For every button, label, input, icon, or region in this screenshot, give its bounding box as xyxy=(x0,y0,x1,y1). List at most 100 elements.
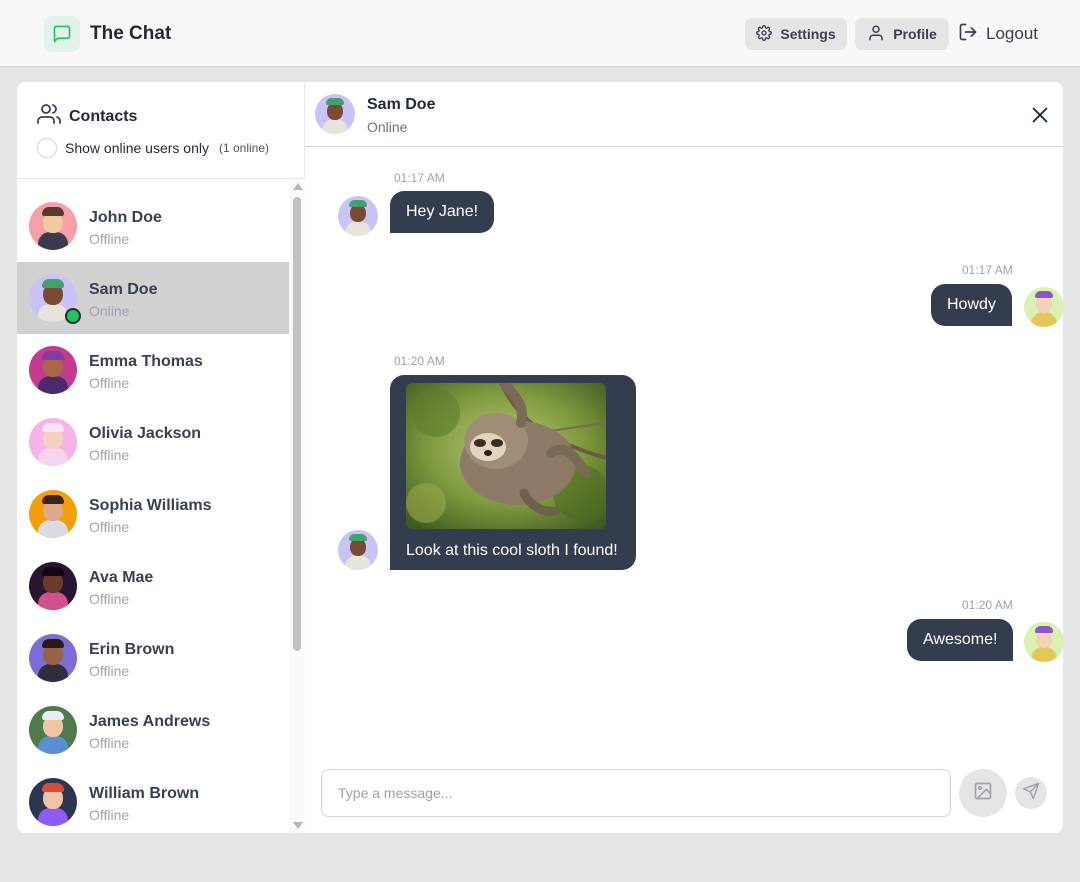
logout-icon xyxy=(958,22,978,47)
message-bubble-outgoing: Awesome! xyxy=(907,619,1014,661)
chat-recipient-status: Online xyxy=(367,119,408,135)
contact-emma-thomas[interactable]: Emma Thomas Offline xyxy=(17,334,289,406)
avatar xyxy=(338,530,378,570)
online-filter-label: Show online users only xyxy=(65,140,209,156)
message-text: Hey Jane! xyxy=(406,203,479,220)
contact-olivia-jackson[interactable]: Olivia Jackson Offline xyxy=(17,406,289,478)
contact-ava-mae[interactable]: Ava Mae Offline xyxy=(17,550,289,622)
avatar-current-user xyxy=(1024,287,1063,327)
logout-label: Logout xyxy=(986,24,1038,43)
brand[interactable]: The Chat xyxy=(44,16,171,52)
contact-erin-brown[interactable]: Erin Brown Offline xyxy=(17,622,289,694)
avatar-erin-brown xyxy=(29,634,77,682)
scroll-up-arrow-icon[interactable] xyxy=(293,183,303,190)
contact-sam-doe[interactable]: Sam Doe Online xyxy=(17,262,289,334)
image-icon xyxy=(973,781,993,806)
avatar xyxy=(338,196,378,236)
attach-image-button[interactable] xyxy=(959,769,1007,817)
user-icon xyxy=(867,24,885,45)
contact-name: Ava Mae xyxy=(89,569,154,586)
gear-icon xyxy=(756,24,773,44)
message-timestamp: 01:17 AM xyxy=(962,263,1013,277)
avatar-ava-mae xyxy=(29,562,77,610)
settings-button[interactable]: Settings xyxy=(745,18,847,50)
contact-name: James Andrews xyxy=(89,713,211,730)
avatar-current-user xyxy=(1024,622,1063,662)
avatar xyxy=(29,346,77,394)
avatar-sam-doe xyxy=(338,530,378,570)
sidebar-header: Contacts Show online users only (1 onlin… xyxy=(17,82,305,179)
profile-label: Profile xyxy=(893,26,937,42)
message-bubble-outgoing: Howdy xyxy=(931,284,1012,326)
contact-sophia-williams[interactable]: Sophia Williams Offline xyxy=(17,478,289,550)
avatar xyxy=(29,490,77,538)
send-button[interactable] xyxy=(1015,777,1047,809)
settings-label: Settings xyxy=(780,26,836,42)
contact-list: John Doe Offline Sam Doe Online Emma Tho… xyxy=(17,190,289,833)
online-filter[interactable]: Show online users only (1 online) xyxy=(37,138,269,158)
message-timestamp: 01:20 AM xyxy=(394,354,445,368)
contacts-sidebar: Contacts Show online users only (1 onlin… xyxy=(17,82,305,833)
avatar-john-doe xyxy=(29,202,77,250)
avatar xyxy=(29,418,77,466)
scroll-down-arrow-icon[interactable] xyxy=(293,822,303,829)
avatar-sam-doe xyxy=(338,196,378,236)
online-count: (1 online) xyxy=(218,141,270,155)
contacts-title: Contacts xyxy=(69,107,138,125)
contact-status: Offline xyxy=(89,735,130,751)
profile-button[interactable]: Profile xyxy=(855,18,949,50)
app-title: The Chat xyxy=(90,23,172,44)
contact-name: Olivia Jackson xyxy=(89,425,202,442)
avatar xyxy=(29,634,77,682)
avatar xyxy=(1024,287,1063,327)
contact-name: Emma Thomas xyxy=(89,353,203,370)
chat-area: Sam Doe Online 01:17 AM Hey Jane! 01:17 … xyxy=(305,82,1063,833)
message-composer xyxy=(305,758,1063,833)
contact-name: William Brown xyxy=(89,785,200,802)
message-bubble-incoming: Look at this cool sloth I found! xyxy=(390,375,636,570)
message-input[interactable] xyxy=(321,769,951,817)
avatar xyxy=(29,274,81,324)
contact-name: Sam Doe xyxy=(89,281,158,298)
message-text: Howdy xyxy=(947,296,996,313)
contact-status: Online xyxy=(89,303,130,319)
message-timestamp: 01:20 AM xyxy=(962,598,1013,612)
chat-bubble-icon xyxy=(44,16,80,52)
logout-button[interactable]: Logout xyxy=(958,18,1038,50)
avatar xyxy=(29,562,77,610)
avatar xyxy=(29,706,77,754)
message-text: Awesome! xyxy=(923,631,998,648)
contact-name: Erin Brown xyxy=(89,641,175,658)
contact-list-scrollbar[interactable] xyxy=(289,179,305,833)
avatar xyxy=(315,94,355,134)
contacts-heading: Contacts xyxy=(37,102,137,131)
send-icon xyxy=(1022,782,1040,805)
contact-status: Offline xyxy=(89,663,130,679)
avatar-sam-doe xyxy=(315,94,355,134)
chat-container: Contacts Show online users only (1 onlin… xyxy=(17,82,1063,833)
avatar-olivia-jackson xyxy=(29,418,77,466)
contact-name: John Doe xyxy=(89,209,162,226)
top-navbar: The Chat Settings Profile Logout xyxy=(0,0,1080,67)
close-chat-icon[interactable] xyxy=(1029,104,1051,126)
online-only-checkbox[interactable] xyxy=(37,138,57,158)
contact-status: Offline xyxy=(89,447,130,463)
chat-header: Sam Doe Online xyxy=(305,82,1063,147)
users-icon xyxy=(37,102,61,131)
scrollbar-thumb[interactable] xyxy=(293,197,301,651)
contact-james-andrews[interactable]: James Andrews Offline xyxy=(17,694,289,766)
avatar-william-brown xyxy=(29,778,77,826)
message-timestamp: 01:17 AM xyxy=(394,171,445,185)
contact-status: Offline xyxy=(89,231,130,247)
contact-william-brown[interactable]: William Brown Offline xyxy=(17,766,289,833)
contact-status: Offline xyxy=(89,375,130,391)
online-indicator xyxy=(65,308,81,324)
avatar-emma-thomas xyxy=(29,346,77,394)
avatar xyxy=(29,202,77,250)
contact-status: Offline xyxy=(89,807,130,823)
contact-john-doe[interactable]: John Doe Offline xyxy=(17,190,289,262)
avatar-james-andrews xyxy=(29,706,77,754)
sloth-photo[interactable] xyxy=(406,383,606,529)
contact-status: Offline xyxy=(89,591,130,607)
avatar-sophia-williams xyxy=(29,490,77,538)
